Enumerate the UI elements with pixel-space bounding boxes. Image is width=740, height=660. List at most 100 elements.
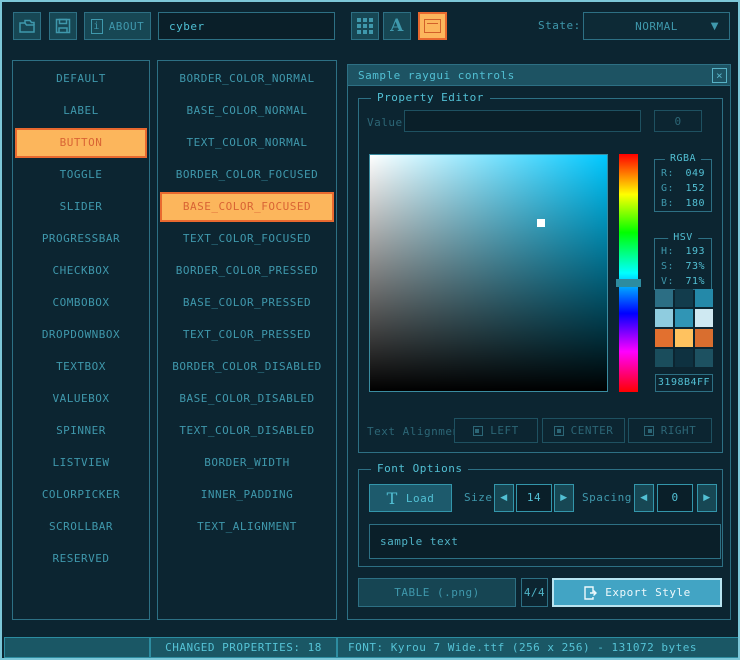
property-list-item[interactable]: BORDER_COLOR_PRESSED (160, 256, 334, 286)
property-list-item[interactable]: BORDER_COLOR_FOCUSED (160, 160, 334, 190)
property-list-item[interactable]: BASE_COLOR_DISABLED (160, 384, 334, 414)
color-swatch[interactable] (675, 289, 693, 307)
control-list-item[interactable]: PROGRESSBAR (15, 224, 147, 254)
control-list-item[interactable]: COLORPICKER (15, 480, 147, 510)
color-swatch[interactable] (675, 309, 693, 327)
controls-list-panel: DEFAULTLABELBUTTONTOGGLESLIDERPROGRESSBA… (12, 60, 150, 620)
style-name-input[interactable] (158, 12, 335, 40)
control-list-item[interactable]: CHECKBOX (15, 256, 147, 286)
hue-slider-handle[interactable] (616, 279, 641, 287)
state-label: State: (538, 19, 581, 32)
open-style-button[interactable] (13, 12, 41, 40)
spacing-decrease-button[interactable]: ◀ (634, 484, 654, 512)
close-button[interactable]: × (712, 68, 727, 83)
color-swatch[interactable] (695, 349, 713, 367)
property-list-item[interactable]: TEXT_ALIGNMENT (160, 512, 334, 542)
hsv-s-value: 73% (685, 259, 705, 274)
color-swatch[interactable] (675, 329, 693, 347)
control-list-item[interactable]: TOGGLE (15, 160, 147, 190)
control-list-item[interactable]: SCROLLBAR (15, 512, 147, 542)
font-spacing-label: Spacing: (582, 491, 639, 504)
right-arrow-icon: ▶ (703, 493, 710, 503)
control-list-item[interactable]: LISTVIEW (15, 448, 147, 478)
control-list-item[interactable]: RESERVED (15, 544, 147, 574)
property-list-item[interactable]: TEXT_COLOR_PRESSED (160, 320, 334, 350)
align-center-button[interactable]: CENTER (542, 418, 625, 443)
style-table-button[interactable] (351, 12, 379, 40)
color-swatch[interactable] (655, 329, 673, 347)
property-list-item[interactable]: BORDER_COLOR_DISABLED (160, 352, 334, 382)
control-list-item[interactable]: SLIDER (15, 192, 147, 222)
window-titlebar[interactable]: Sample raygui controls (348, 65, 730, 86)
color-swatch[interactable] (695, 329, 713, 347)
export-style-button[interactable]: Export Style (552, 578, 722, 607)
font-atlas-button[interactable]: A (383, 12, 411, 40)
statusbar-left (4, 637, 150, 658)
property-list-item[interactable]: TEXT_COLOR_NORMAL (160, 128, 334, 158)
hex-color-value[interactable]: 3198B4FF (655, 374, 713, 392)
properties-list-panel: BORDER_COLOR_NORMALBASE_COLOR_NORMALTEXT… (157, 60, 337, 620)
property-list-item[interactable]: INNER_PADDING (160, 480, 334, 510)
control-list-item[interactable]: COMBOBOX (15, 288, 147, 318)
rgba-g-value: 152 (685, 181, 705, 196)
align-center-icon (554, 426, 564, 436)
font-load-button[interactable]: T Load (369, 484, 452, 512)
align-left-button[interactable]: LEFT (454, 418, 538, 443)
left-arrow-icon: ◀ (500, 493, 507, 503)
value-zero-button[interactable]: 0 (654, 110, 702, 132)
font-size-value[interactable]: 14 (516, 484, 552, 512)
control-list-item[interactable]: VALUEBOX (15, 384, 147, 414)
info-icon: i (91, 19, 103, 34)
export-table-button[interactable]: TABLE (.png) (358, 578, 516, 607)
color-sv-panel[interactable] (369, 154, 608, 392)
control-list-item[interactable]: TEXTBOX (15, 352, 147, 382)
color-swatch[interactable] (655, 309, 673, 327)
property-editor-group-label: Property Editor (371, 91, 490, 104)
chevron-down-icon: ▼ (711, 21, 719, 32)
font-spacing-value[interactable]: 0 (657, 484, 693, 512)
property-list-item[interactable]: TEXT_COLOR_DISABLED (160, 416, 334, 446)
control-list-item[interactable]: LABEL (15, 96, 147, 126)
state-dropdown[interactable]: NORMAL ▼ (583, 12, 730, 40)
control-list-item[interactable]: DEFAULT (15, 64, 147, 94)
control-list-item[interactable]: BUTTON (15, 128, 147, 158)
sample-text-input[interactable]: sample text (369, 524, 721, 559)
property-list-item[interactable]: TEXT_COLOR_FOCUSED (160, 224, 334, 254)
color-swatch[interactable] (655, 349, 673, 367)
property-list-item[interactable]: BASE_COLOR_NORMAL (160, 96, 334, 126)
color-swatch[interactable] (655, 289, 673, 307)
control-list-item[interactable]: DROPDOWNBOX (15, 320, 147, 350)
sample-controls-window: Sample raygui controls × Property Editor… (347, 64, 731, 620)
size-decrease-button[interactable]: ◀ (494, 484, 514, 512)
align-left-icon (473, 426, 483, 436)
save-style-button[interactable] (49, 12, 77, 40)
about-button[interactable]: i ABOUT (84, 12, 151, 40)
spacing-increase-button[interactable]: ▶ (697, 484, 717, 512)
color-swatch[interactable] (675, 349, 693, 367)
value-input[interactable] (404, 110, 641, 132)
hsv-v-row: V:71% (655, 274, 711, 289)
color-swatch[interactable] (695, 309, 713, 327)
hue-slider[interactable] (619, 154, 638, 392)
property-list-item[interactable]: BORDER_COLOR_NORMAL (160, 64, 334, 94)
property-list-item[interactable]: BASE_COLOR_FOCUSED (160, 192, 334, 222)
sv-marker[interactable] (537, 219, 545, 227)
rguistyler-app: i ABOUT A State: NORMAL ▼ DEFAULTLABELBU… (0, 0, 740, 660)
color-swatch[interactable] (695, 289, 713, 307)
controls-preview-button[interactable] (418, 12, 447, 40)
control-list-item[interactable]: SPINNER (15, 416, 147, 446)
hsv-v-value: 71% (685, 274, 705, 289)
grid-icon (357, 18, 373, 34)
align-center-label: CENTER (571, 424, 614, 437)
statusbar-changed-properties: CHANGED PROPERTIES: 18 (150, 637, 337, 658)
export-style-label: Export Style (605, 586, 690, 599)
property-list-item[interactable]: BORDER_WIDTH (160, 448, 334, 478)
format-counter-value: 4/4 (524, 586, 545, 599)
state-dropdown-value: NORMAL (635, 20, 678, 33)
property-list-item[interactable]: BASE_COLOR_PRESSED (160, 288, 334, 318)
font-icon: A (390, 16, 404, 36)
font-options-group: Font Options T Load Size: ◀ 14 ▶ Spacing… (358, 469, 723, 567)
align-right-button[interactable]: RIGHT (628, 418, 712, 443)
font-options-group-label: Font Options (371, 462, 468, 475)
size-increase-button[interactable]: ▶ (554, 484, 574, 512)
